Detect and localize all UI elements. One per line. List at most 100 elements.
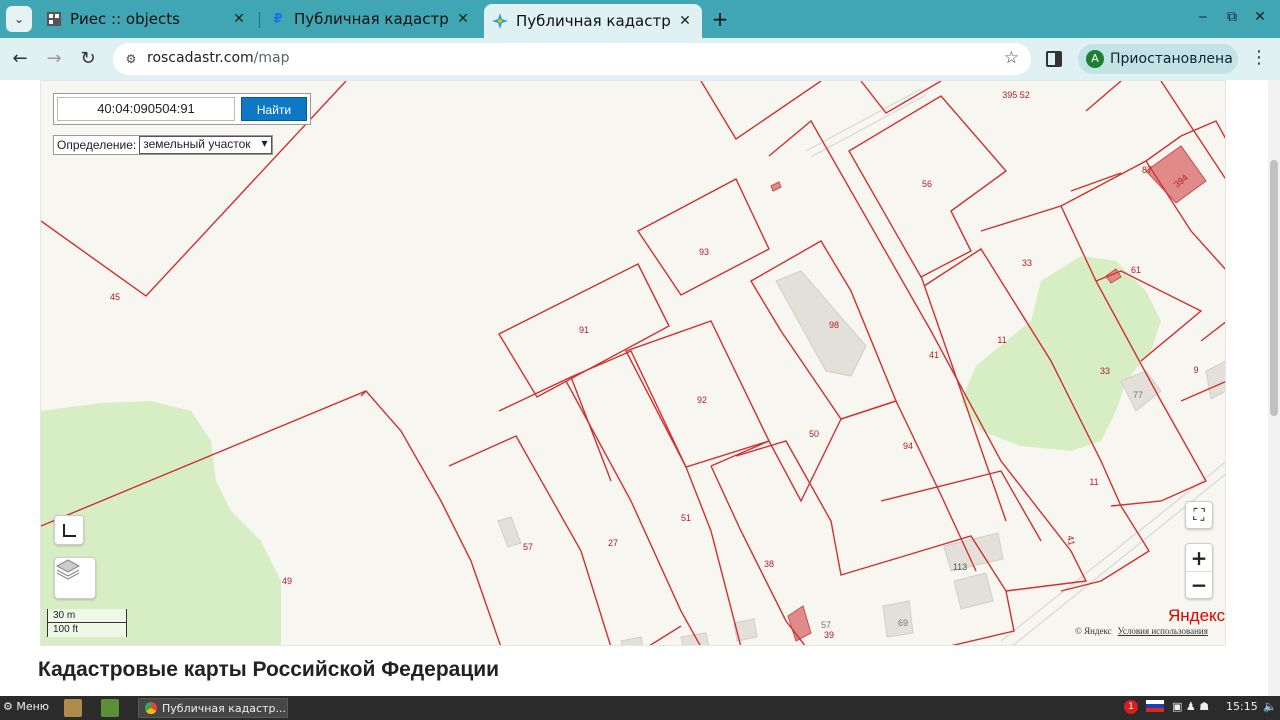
parcel-label: 93: [699, 247, 709, 257]
provider-name: Яндекс: [1168, 606, 1226, 625]
forward-arrow-icon[interactable]: →: [42, 47, 66, 71]
folder-icon[interactable]: [64, 699, 82, 717]
parcel-label: 91: [579, 325, 589, 335]
notification-badge[interactable]: 1: [1124, 700, 1138, 714]
new-tab-button[interactable]: +: [708, 6, 732, 32]
parcel-label: 11: [1089, 477, 1098, 487]
map-canvas[interactable]: 395 52 87 394 56 93 33 61 45 91 98 41 11…: [41, 81, 1226, 646]
close-icon[interactable]: ✕: [230, 11, 248, 27]
map-copyright: © Яндекс Условия использования: [1075, 626, 1208, 636]
close-window-icon[interactable]: ✕: [1250, 9, 1270, 25]
spreadsheet-icon[interactable]: [101, 699, 119, 717]
zoom-in-button[interactable]: +: [1191, 545, 1208, 571]
address-bar[interactable]: ⚙ roscadastr.com/map ☆: [113, 43, 1031, 75]
taskbar-chrome-task[interactable]: Публичная кадастр...: [138, 698, 288, 718]
parcel-label: 9: [1193, 365, 1198, 375]
start-menu-button[interactable]: ⚙ Меню: [3, 700, 49, 713]
browser-toolbar: ← → ↻ ⚙ roscadastr.com/map ☆ A Приостано…: [0, 38, 1280, 80]
keyboard-layout-flag-icon[interactable]: [1146, 700, 1164, 712]
zoom-control: + −: [1185, 543, 1213, 599]
layers-icon: [55, 559, 81, 580]
tab-title: Риес :: objects: [70, 10, 180, 28]
url-path: /map: [253, 50, 290, 66]
parcel-label: 69: [898, 618, 908, 628]
layers-button[interactable]: [54, 557, 96, 599]
p-favicon-icon: ₽: [273, 11, 283, 27]
tab-bar: ⌄ Риес :: objects ✕ ₽ Публичная кадастр …: [0, 0, 1280, 38]
side-panel-icon[interactable]: [1046, 51, 1062, 67]
volume-icon[interactable]: 🔈: [1263, 700, 1277, 713]
tab-separator: [259, 12, 260, 28]
parcel-label: 41: [1065, 535, 1077, 547]
definition-row: Определение: земельный участок: [53, 135, 273, 155]
scale-imperial: 100 ft: [47, 623, 127, 637]
definition-select[interactable]: земельный участок: [139, 136, 272, 154]
scale-metric: 30 m: [47, 609, 127, 623]
reload-icon[interactable]: ↻: [76, 47, 100, 71]
parcel-label: 87: [1142, 165, 1152, 175]
minimize-icon[interactable]: ‒: [1193, 9, 1213, 25]
back-arrow-icon[interactable]: ←: [8, 47, 32, 71]
menu-label: Меню: [16, 700, 50, 713]
clock[interactable]: 15:15: [1226, 700, 1258, 713]
page-scrollbar[interactable]: [1268, 80, 1280, 696]
parcel-label: 113: [953, 562, 967, 572]
tab-cadastre-1[interactable]: ₽ Публичная кадастр ✕: [262, 4, 480, 34]
cadastral-number-input[interactable]: 40:04:090504:91: [57, 97, 235, 121]
close-icon[interactable]: ✕: [454, 11, 472, 27]
tab-title: Публичная кадастр: [516, 12, 670, 30]
zoom-out-button[interactable]: −: [1186, 570, 1212, 598]
parcel-label: 11: [997, 335, 1006, 345]
close-icon[interactable]: ✕: [676, 13, 694, 29]
parcel-label: 38: [764, 559, 774, 569]
grid-favicon-icon: [46, 11, 62, 27]
profile-button[interactable]: A Приостановлена: [1078, 44, 1238, 74]
fullscreen-icon: ⛶: [1193, 505, 1205, 524]
parcel-label: 61: [1131, 265, 1141, 275]
definition-label: Определение:: [57, 138, 137, 152]
parcel-label: 56: [922, 179, 932, 189]
definition-selected: земельный участок: [143, 137, 251, 151]
bookmark-star-icon[interactable]: ☆: [1004, 48, 1019, 68]
star-favicon-icon: [492, 13, 508, 29]
url-host: roscadastr.com: [147, 50, 254, 66]
parcel-label: 57: [821, 620, 831, 630]
parcel-label: 77: [1133, 390, 1143, 400]
profile-status: Приостановлена: [1110, 51, 1233, 67]
tray-system-icons[interactable]: ▣ ♟ ☗: [1172, 700, 1209, 713]
tab-cadastre-2[interactable]: Публичная кадастр ✕: [484, 4, 702, 38]
parcel-label: 51: [681, 513, 691, 523]
page-heading: Кадастровые карты Российской Федерации: [38, 658, 500, 681]
map-scale: 30 m 100 ft: [47, 609, 127, 637]
yandex-logo[interactable]: Яндекс: [1168, 606, 1225, 626]
parcel-label: 33: [1100, 366, 1110, 376]
find-button[interactable]: Найти: [241, 97, 307, 121]
more-menu-icon[interactable]: ⋮: [1250, 48, 1268, 68]
parcel-label: 57: [523, 542, 533, 552]
ruler-button[interactable]: [54, 515, 84, 545]
parcel-label: 45: [110, 292, 120, 302]
site-info-icon[interactable]: ⚙: [121, 49, 141, 69]
cadastral-map[interactable]: 395 52 87 394 56 93 33 61 45 91 98 41 11…: [40, 80, 1226, 646]
tab-search-button[interactable]: ⌄: [6, 6, 32, 32]
copyright-text: © Яндекс: [1075, 626, 1112, 636]
parcel-label: 49: [282, 576, 292, 586]
parcel-label: 94: [903, 441, 913, 451]
parcel-label: 41: [929, 350, 939, 360]
parcel-label: 92: [697, 395, 707, 405]
maximize-icon[interactable]: ⧉: [1222, 9, 1242, 25]
os-taskbar: ⚙ Меню Публичная кадастр... 1 ▣ ♟ ☗ 15:1…: [0, 696, 1280, 720]
terms-link[interactable]: Условия использования: [1118, 626, 1208, 636]
scrollbar-thumb[interactable]: [1270, 160, 1278, 416]
ruler-icon: [62, 523, 76, 537]
parcel-label: 98: [829, 320, 839, 330]
task-title: Публичная кадастр...: [162, 701, 286, 715]
url-text: roscadastr.com/map: [147, 50, 289, 66]
fullscreen-button[interactable]: ⛶: [1185, 501, 1213, 529]
parcel-label: 33: [1022, 258, 1032, 268]
parcel-label: 395 52: [1002, 90, 1030, 100]
parcel-label: 39: [824, 630, 834, 640]
parcel-label: 50: [809, 429, 819, 439]
tab-objects[interactable]: Риес :: objects ✕: [38, 4, 256, 34]
avatar: A: [1086, 50, 1104, 68]
